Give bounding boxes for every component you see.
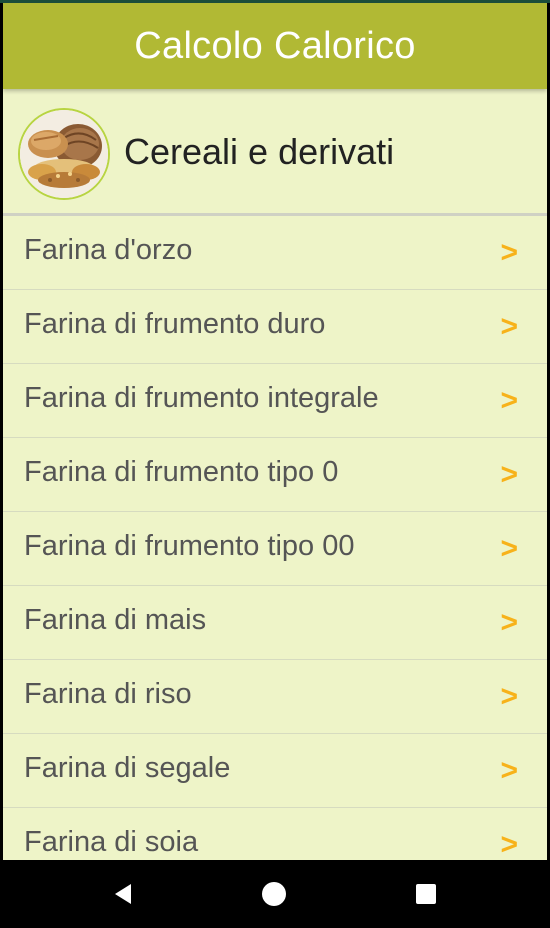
chevron-right-icon: > [500, 606, 518, 639]
category-title: Cereali e derivati [124, 131, 395, 172]
app-title: Calcolo Calorico [134, 24, 416, 67]
list-item-label: Farina di segale [24, 752, 231, 784]
list-item[interactable]: Farina di mais > [3, 586, 547, 660]
list-item-label: Farina di soia [24, 826, 199, 858]
chevron-right-icon: > [500, 828, 518, 860]
list-item[interactable]: Farina di riso > [3, 660, 547, 734]
list-item[interactable]: Farina di frumento integrale > [3, 364, 547, 438]
bread-cereals-icon [20, 110, 108, 198]
list-item-label: Farina di riso [24, 678, 192, 710]
chevron-right-icon: > [500, 236, 518, 269]
system-navigation-bar [0, 860, 550, 928]
chevron-right-icon: > [500, 680, 518, 713]
food-list: Farina d'orzo > Farina di frumento duro > Fa… [3, 216, 547, 860]
back-button[interactable] [104, 874, 144, 914]
list-item-label: Farina di frumento tipo 00 [24, 530, 355, 562]
list-item[interactable]: Farina d'orzo > [3, 216, 547, 290]
triangle-back-icon [115, 884, 131, 904]
device-screen: Calcolo Calorico Cereali e derivati Fari… [0, 0, 550, 928]
category-header: Cereali e derivati [3, 91, 547, 213]
circle-home-icon [262, 882, 286, 906]
app-bar: Calcolo Calorico [3, 3, 547, 89]
list-item[interactable]: Farina di frumento duro > [3, 290, 547, 364]
chevron-right-icon: > [500, 458, 518, 491]
chevron-right-icon: > [500, 384, 518, 417]
list-item[interactable]: Farina di frumento tipo 00 > [3, 512, 547, 586]
square-recents-icon [416, 884, 436, 904]
list-item-label: Farina di frumento tipo 0 [24, 456, 339, 488]
list-item-label: Farina di frumento duro [24, 308, 326, 340]
category-image [18, 108, 110, 200]
list-item-label: Farina di mais [24, 604, 207, 636]
list-item-label: Farina d'orzo [24, 234, 193, 266]
recents-button[interactable] [406, 874, 446, 914]
chevron-right-icon: > [500, 532, 518, 565]
chevron-right-icon: > [500, 754, 518, 787]
app-window: Calcolo Calorico Cereali e derivati Fari… [3, 3, 547, 860]
list-item[interactable]: Farina di segale > [3, 734, 547, 808]
list-item[interactable]: Farina di frumento tipo 0 > [3, 438, 547, 512]
chevron-right-icon: > [500, 310, 518, 343]
list-item[interactable]: Farina di soia > [3, 808, 547, 860]
home-button[interactable] [254, 874, 294, 914]
list-item-label: Farina di frumento integrale [24, 382, 379, 414]
